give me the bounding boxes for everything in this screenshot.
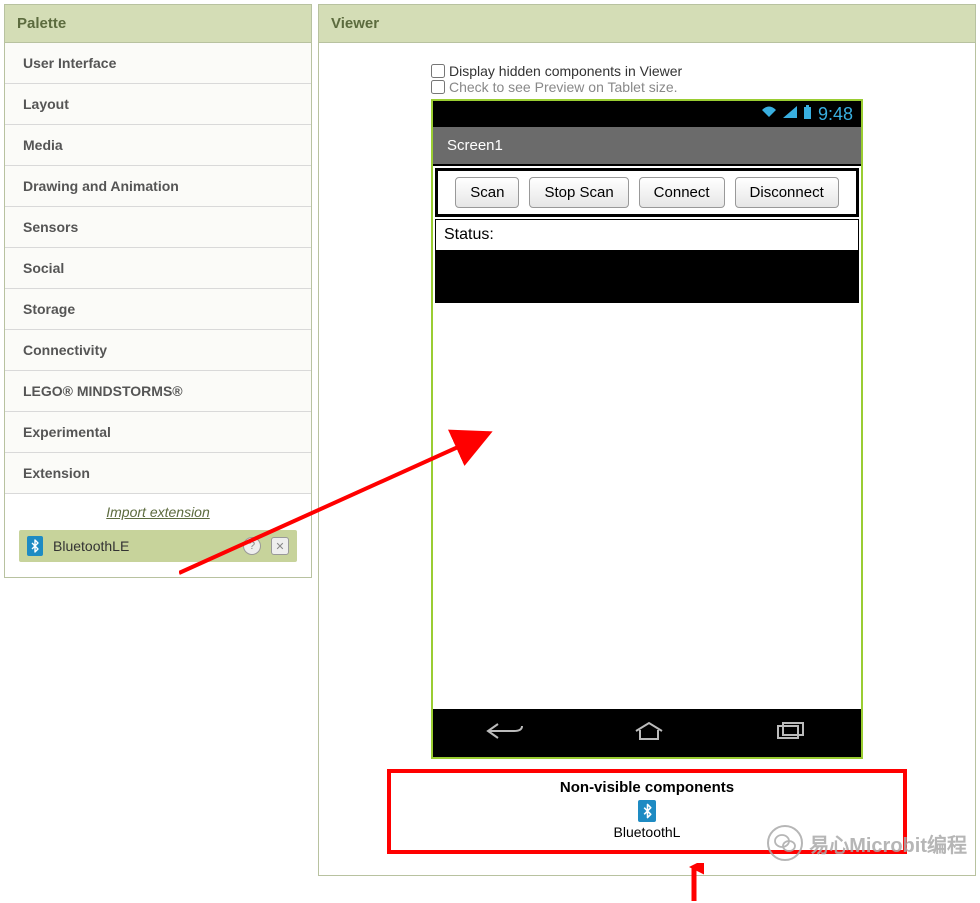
nav-bar (433, 709, 861, 757)
button-row: Scan Stop Scan Connect Disconnect (435, 168, 859, 217)
category-social[interactable]: Social (5, 248, 311, 289)
recent-icon[interactable] (774, 722, 808, 745)
battery-icon (803, 105, 812, 123)
category-media[interactable]: Media (5, 125, 311, 166)
watermark: 易心Microbit编程 (767, 825, 967, 861)
wechat-icon (767, 825, 803, 861)
palette-panel: Palette User Interface Layout Media Draw… (4, 4, 312, 578)
viewer-body: Display hidden components in Viewer Chec… (319, 43, 975, 873)
nonvisible-item-label: BluetoothL (614, 824, 681, 840)
check-hidden[interactable] (431, 64, 445, 78)
disconnect-button[interactable]: Disconnect (735, 177, 839, 208)
check-tablet[interactable] (431, 80, 445, 94)
back-icon[interactable] (486, 722, 524, 745)
import-extension-link[interactable]: Import extension (19, 504, 297, 520)
watermark-text: 易心Microbit编程 (809, 829, 967, 858)
listview-placeholder (435, 251, 859, 303)
category-storage[interactable]: Storage (5, 289, 311, 330)
category-drawing[interactable]: Drawing and Animation (5, 166, 311, 207)
component-bluetoothle[interactable]: BluetoothLE ? ✕ (19, 530, 297, 562)
check-tablet-label: Check to see Preview on Tablet size. (449, 79, 678, 95)
category-user-interface[interactable]: User Interface (5, 43, 311, 84)
status-label: Status: (435, 219, 859, 251)
connect-button[interactable]: Connect (639, 177, 725, 208)
viewer-title: Viewer (319, 5, 975, 43)
bluetooth-icon (27, 536, 43, 556)
scan-button[interactable]: Scan (455, 177, 519, 208)
check-hidden-row[interactable]: Display hidden components in Viewer (431, 63, 863, 79)
phone-frame: 9:48 Screen1 Scan Stop Scan Connect Disc… (431, 99, 863, 759)
stop-scan-button[interactable]: Stop Scan (529, 177, 628, 208)
home-icon[interactable] (630, 721, 668, 746)
phone-canvas (433, 303, 861, 709)
viewer-panel: Viewer Display hidden components in View… (318, 4, 976, 876)
help-icon[interactable]: ? (243, 537, 261, 555)
signal-icon (783, 105, 797, 123)
category-experimental[interactable]: Experimental (5, 412, 311, 453)
category-connectivity[interactable]: Connectivity (5, 330, 311, 371)
wifi-icon (761, 105, 777, 123)
phone-time: 9:48 (818, 104, 853, 125)
palette-title: Palette (5, 5, 311, 43)
arrow-annotation-2 (684, 863, 704, 903)
category-sensors[interactable]: Sensors (5, 207, 311, 248)
category-layout[interactable]: Layout (5, 84, 311, 125)
check-hidden-label: Display hidden components in Viewer (449, 63, 682, 79)
screen-title: Screen1 (433, 127, 861, 166)
component-label: BluetoothLE (53, 538, 233, 554)
extension-body: Import extension BluetoothLE ? ✕ (5, 494, 311, 576)
close-icon[interactable]: ✕ (271, 537, 289, 555)
nonvisible-title: Non-visible components (399, 779, 895, 796)
category-extension[interactable]: Extension (5, 453, 311, 494)
bluetooth-icon (638, 800, 656, 822)
check-tablet-row[interactable]: Check to see Preview on Tablet size. (431, 79, 863, 95)
category-lego[interactable]: LEGO® MINDSTORMS® (5, 371, 311, 412)
phone-status-bar: 9:48 (433, 101, 861, 127)
